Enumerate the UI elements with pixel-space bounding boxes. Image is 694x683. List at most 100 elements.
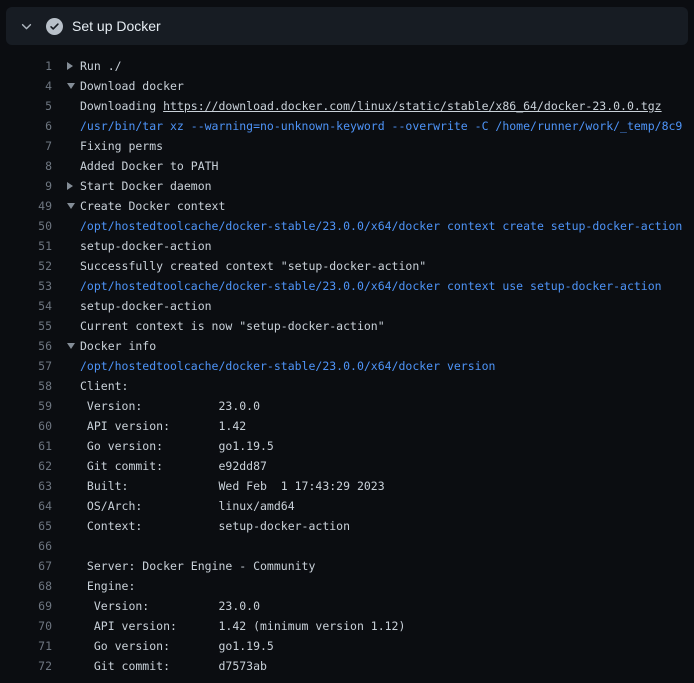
log-group-row[interactable]: 49 Create Docker context [0,196,694,216]
log-line: 57/opt/hostedtoolcache/docker-stable/23.… [0,356,694,376]
text-segment: /opt/hostedtoolcache/docker-stable/23.0.… [80,279,662,293]
log-group-row[interactable]: 9 Start Docker daemon [0,176,694,196]
text-segment: Downloading [80,99,163,113]
line-text: Server: Docker Engine - Community [80,559,315,573]
line-text: Run ./ [80,59,122,73]
line-text: setup-docker-action [80,299,212,313]
step-header[interactable]: Set up Docker [6,7,688,45]
triangle-right-icon[interactable] [52,62,80,70]
triangle-down-icon[interactable] [52,203,80,209]
line-text: Go version: go1.19.5 [80,439,274,453]
log-line: 61 Go version: go1.19.5 [0,436,694,456]
line-number[interactable]: 68 [0,579,52,593]
line-text: OS/Arch: linux/amd64 [80,499,295,513]
line-text: Engine: [80,579,135,593]
line-number[interactable]: 62 [0,459,52,473]
line-number[interactable]: 1 [0,59,52,73]
line-text: Successfully created context "setup-dock… [80,259,426,273]
command-text: /opt/hostedtoolcache/docker-stable/23.0.… [80,219,682,233]
log-line: 6/usr/bin/tar xz --warning=no-unknown-ke… [0,116,694,136]
line-number[interactable]: 71 [0,639,52,653]
triangle-down-icon[interactable] [52,343,80,349]
log-link[interactable]: https://download.docker.com/linux/static… [163,99,662,113]
text-segment: /opt/hostedtoolcache/docker-stable/23.0.… [80,219,682,233]
line-number[interactable]: 50 [0,219,52,233]
line-number[interactable]: 53 [0,279,52,293]
log-group-row[interactable]: 56 Docker info [0,336,694,356]
line-number[interactable]: 70 [0,619,52,633]
triangle-down-icon[interactable] [52,83,80,89]
line-text: Git commit: e92dd87 [80,459,267,473]
text-segment: Go version: go1.19.5 [80,639,274,653]
line-number[interactable]: 9 [0,179,52,193]
log-group-row[interactable]: 4 Download docker [0,76,694,96]
line-text: Go version: go1.19.5 [80,639,274,653]
line-text: Built: Wed Feb 1 17:43:29 2023 [80,479,385,493]
text-segment: Built: Wed Feb 1 17:43:29 2023 [80,479,385,493]
line-number[interactable]: 61 [0,439,52,453]
step-title: Set up Docker [72,18,161,34]
text-segment: Download docker [80,79,184,93]
log-line: 63 Built: Wed Feb 1 17:43:29 2023 [0,476,694,496]
line-text: Added Docker to PATH [80,159,218,173]
line-number[interactable]: 57 [0,359,52,373]
line-text: Version: 23.0.0 [80,399,260,413]
triangle-right-icon[interactable] [52,182,80,190]
line-number[interactable]: 60 [0,419,52,433]
log-line: 71 Go version: go1.19.5 [0,636,694,656]
text-segment: API version: 1.42 [80,419,246,433]
line-text: setup-docker-action [80,239,212,253]
line-number[interactable]: 4 [0,79,52,93]
log-line: 72 Git commit: d7573ab [0,656,694,676]
line-text: Start Docker daemon [80,179,212,193]
line-text: Git commit: d7573ab [80,659,267,673]
line-number[interactable]: 66 [0,539,52,553]
log-line: 60 API version: 1.42 [0,416,694,436]
line-number[interactable]: 6 [0,119,52,133]
log-line: 8 Added Docker to PATH [0,156,694,176]
text-segment: Context: setup-docker-action [80,519,350,533]
line-number[interactable]: 69 [0,599,52,613]
text-segment: Run ./ [80,59,122,73]
line-number[interactable]: 52 [0,259,52,273]
log-line: 55 Current context is now "setup-docker-a… [0,316,694,336]
line-number[interactable]: 56 [0,339,52,353]
log-line: 59 Version: 23.0.0 [0,396,694,416]
text-segment: Docker info [80,339,156,353]
text-segment: Version: 23.0.0 [80,399,260,413]
log-line: 64 OS/Arch: linux/amd64 [0,496,694,516]
text-segment: Current context is now "setup-docker-act… [80,319,385,333]
log-line: 58Client: [0,376,694,396]
log-line: 67 Server: Docker Engine - Community [0,556,694,576]
line-text: Download docker [80,79,184,93]
line-number[interactable]: 55 [0,319,52,333]
log-line: 5 Downloading https://download.docker.com… [0,96,694,116]
command-text: /opt/hostedtoolcache/docker-stable/23.0.… [80,359,495,373]
line-text: Version: 23.0.0 [80,599,260,613]
line-number[interactable]: 8 [0,159,52,173]
line-text: API version: 1.42 (minimum version 1.12) [80,619,405,633]
text-segment: Fixing perms [80,139,163,153]
line-number[interactable]: 49 [0,199,52,213]
log-group-row[interactable]: 1 Run ./ [0,56,694,76]
text-segment: setup-docker-action [80,239,212,253]
line-number[interactable]: 54 [0,299,52,313]
log-line: 62 Git commit: e92dd87 [0,456,694,476]
line-number[interactable]: 51 [0,239,52,253]
line-number[interactable]: 63 [0,479,52,493]
line-text: Create Docker context [80,199,225,213]
line-text: Downloading https://download.docker.com/… [80,99,662,113]
text-segment: Git commit: d7573ab [80,659,267,673]
line-number[interactable]: 72 [0,659,52,673]
text-segment: setup-docker-action [80,299,212,313]
line-number[interactable]: 65 [0,519,52,533]
line-number[interactable]: 64 [0,499,52,513]
line-number[interactable]: 58 [0,379,52,393]
log-line: 52 Successfully created context "setup-do… [0,256,694,276]
line-number[interactable]: 59 [0,399,52,413]
log-line: 69 Version: 23.0.0 [0,596,694,616]
line-number[interactable]: 5 [0,99,52,113]
chevron-down-icon[interactable] [20,20,33,33]
line-number[interactable]: 67 [0,559,52,573]
line-number[interactable]: 7 [0,139,52,153]
